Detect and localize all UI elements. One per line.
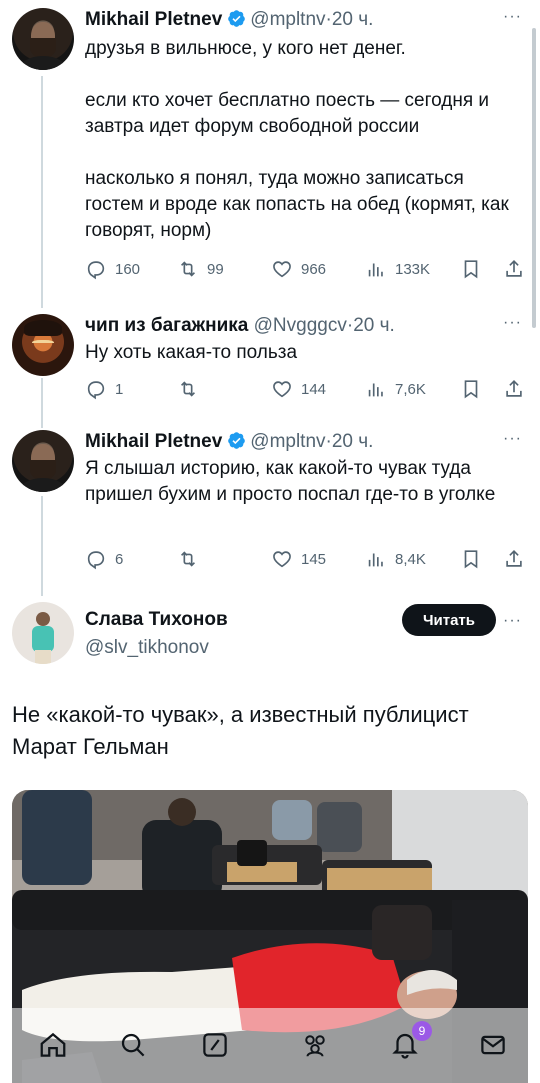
- retweet-button[interactable]: [177, 376, 207, 402]
- like-count: 144: [301, 380, 327, 398]
- reply-count: 6: [115, 550, 124, 568]
- author-handle[interactable]: @slv_tikhonov: [85, 637, 209, 658]
- tweet-paragraph: Ну хоть какая-то польза: [85, 342, 298, 363]
- author-name[interactable]: Mikhail Pletnev: [85, 431, 222, 452]
- avatar[interactable]: [12, 8, 74, 70]
- like-button[interactable]: 144: [271, 376, 326, 402]
- like-button[interactable]: 145: [271, 546, 326, 572]
- tweet[interactable]: Mikhail Pletnev @mpltnv·20 ч. ··· друзья …: [0, 0, 540, 300]
- bookmark-icon: [464, 260, 478, 279]
- avatar[interactable]: [12, 430, 74, 492]
- timestamp[interactable]: 20 ч.: [353, 315, 395, 336]
- more-options-icon[interactable]: ···: [503, 314, 522, 332]
- view-count: 133K: [395, 260, 431, 278]
- author-handle-row: @slv_tikhonov: [85, 636, 209, 660]
- view-count: 8,4K: [395, 550, 426, 568]
- views-button[interactable]: 133K: [365, 256, 430, 282]
- reply-button[interactable]: 6: [85, 546, 123, 572]
- share-icon: [506, 380, 522, 397]
- tweet-text: Я слышал историю, как какой-то чувак туд…: [85, 456, 525, 508]
- tweet-paragraph: друзья в вильнюсе, у кого нет денег.: [85, 38, 406, 59]
- author-name[interactable]: Слава Тихонов: [85, 609, 228, 630]
- author-handle[interactable]: @Nvgggcv: [254, 315, 347, 336]
- reply-count: 160: [115, 260, 141, 278]
- bookmark-button[interactable]: [460, 546, 490, 572]
- author-handle[interactable]: @mpltnv: [250, 431, 325, 452]
- tweet-header: Mikhail Pletnev @mpltnv·20 ч.: [85, 8, 373, 32]
- retweet-button[interactable]: [177, 546, 207, 572]
- views-icon: [368, 383, 383, 397]
- action-bar: 160 99 966 133K: [85, 256, 525, 282]
- views-icon: [368, 553, 383, 567]
- more-options-icon[interactable]: ···: [503, 8, 522, 26]
- bottom-tab-bar: [0, 1008, 540, 1083]
- home-icon[interactable]: [38, 1030, 68, 1060]
- share-button[interactable]: [503, 376, 533, 402]
- reply-icon: [87, 381, 105, 400]
- tweet[interactable]: Mikhail Pletnev @mpltnv·20 ч. ··· Я слыша…: [0, 428, 540, 598]
- reply-button[interactable]: 1: [85, 376, 123, 402]
- tweet-paragraph: если кто хочет бесплатно поесть — сегодн…: [85, 90, 490, 137]
- share-button[interactable]: [503, 546, 533, 572]
- bookmark-button[interactable]: [460, 256, 490, 282]
- author-handle[interactable]: @mpltnv: [250, 9, 325, 30]
- reply-icon: [87, 261, 105, 280]
- action-bar: 1 144 7,6K: [85, 376, 525, 402]
- bookmark-icon: [464, 550, 478, 569]
- heart-icon: [273, 261, 291, 278]
- bookmark-button[interactable]: [460, 376, 490, 402]
- messages-icon[interactable]: [478, 1030, 508, 1060]
- main-tweet-text: Не «какой-то чувак», а известный публици…: [12, 702, 469, 759]
- like-button[interactable]: 966: [271, 256, 326, 282]
- timestamp[interactable]: 20 ч.: [332, 9, 374, 30]
- reply-icon: [87, 551, 105, 570]
- share-button[interactable]: [503, 256, 533, 282]
- tweet-header: Mikhail Pletnev @mpltnv·20 ч.: [85, 430, 373, 454]
- heart-icon: [273, 381, 291, 398]
- author-name[interactable]: чип из багажника: [85, 315, 248, 336]
- tweet[interactable]: чип из багажника @Nvgggcv·20 ч. ··· Ну х…: [0, 308, 540, 428]
- verified-badge-icon: [228, 432, 246, 449]
- retweet-button[interactable]: 99: [177, 256, 224, 282]
- author-name[interactable]: Mikhail Pletnev: [85, 9, 222, 30]
- retweet-count: 99: [207, 260, 224, 278]
- tweet-text: Ну хоть какая-то польза: [85, 340, 525, 366]
- retweet-icon: [180, 381, 196, 397]
- avatar[interactable]: [12, 314, 74, 376]
- search-icon[interactable]: [118, 1030, 148, 1060]
- views-button[interactable]: 8,4K: [365, 546, 426, 572]
- like-count: 145: [301, 550, 327, 568]
- notification-badge: 9: [412, 1021, 432, 1041]
- tweet-text: друзья в вильнюсе, у кого нет денег. есл…: [85, 36, 525, 244]
- view-count: 7,6K: [395, 380, 426, 398]
- communities-icon[interactable]: [300, 1030, 330, 1060]
- avatar[interactable]: [12, 602, 74, 664]
- share-icon: [506, 550, 522, 567]
- more-options-icon[interactable]: ···: [503, 612, 522, 630]
- timestamp[interactable]: 20 ч.: [332, 431, 374, 452]
- verified-badge-icon: [228, 10, 246, 27]
- retweet-icon: [180, 261, 196, 277]
- heart-icon: [273, 551, 291, 568]
- tweet-paragraph: насколько я понял, туда можно записаться…: [85, 168, 509, 241]
- more-options-icon[interactable]: ···: [503, 430, 522, 448]
- action-bar: 6 145 8,4K: [85, 546, 525, 572]
- retweet-icon: [180, 551, 196, 567]
- views-button[interactable]: 7,6K: [365, 376, 426, 402]
- reply-count: 1: [115, 380, 124, 398]
- like-count: 966: [301, 260, 327, 278]
- tweet-header: чип из багажника @Nvgggcv·20 ч.: [85, 314, 395, 338]
- reply-button[interactable]: 160: [85, 256, 140, 282]
- follow-button[interactable]: Читать: [402, 604, 496, 636]
- views-icon: [368, 263, 383, 277]
- tweet-paragraph: Я слышал историю, как какой-то чувак туд…: [85, 458, 496, 505]
- author-name-row: Слава Тихонов: [85, 608, 228, 632]
- bookmark-icon: [464, 380, 478, 399]
- grok-icon[interactable]: [200, 1030, 230, 1060]
- share-icon: [506, 260, 522, 277]
